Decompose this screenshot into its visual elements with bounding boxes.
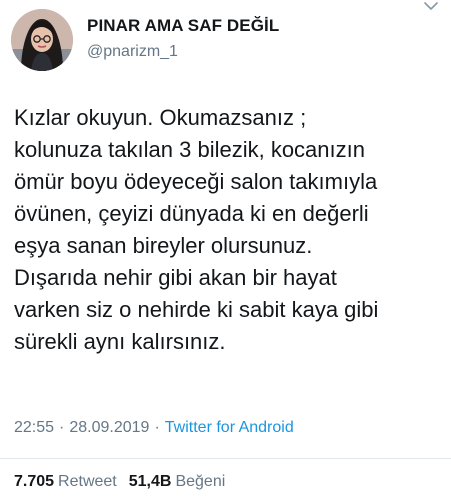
meta-separator: · [154,419,160,436]
tweet-time[interactable]: 22:55 [14,419,54,436]
chevron-down-icon[interactable] [421,0,441,16]
retweet-stat[interactable]: 7.705 Retweet [14,473,117,490]
retweet-count: 7.705 [14,473,55,490]
retweet-label: Retweet [58,473,117,490]
tweet-text-line: eşya sanan bireyler olursunuz. [14,233,313,258]
tweet-text-line: övünen, çeyizi dünyada ki en değerli [14,201,369,226]
tweet-source-link[interactable]: Twitter for Android [165,419,294,436]
tweet-text-line: ömür boyu ödeyeceği salon takımıyla [14,169,378,194]
display-name[interactable]: PINAR AMA SAF DEĞİL [87,16,279,36]
like-stat[interactable]: 51,4B Beğeni [129,473,226,490]
tweet-text: Kızlar okuyun. Okumazsanız ; kolunuza ta… [14,102,444,358]
avatar[interactable] [11,9,73,71]
tweet-date[interactable]: 28.09.2019 [69,419,149,436]
tweet-header: PINAR AMA SAF DEĞİL @pnarizm_1 [8,2,443,72]
tweet-text-line: Dışarıda nehir gibi akan bir hayat [14,265,337,290]
tweet-text-line: sürekli aynı kalırsınız. [14,329,226,354]
divider [0,458,451,459]
like-label: Beğeni [175,473,226,490]
avatar-image [11,9,73,71]
tweet-meta: 22:55 · 28.09.2019 · Twitter for Android [14,419,294,437]
tweet-card: PINAR AMA SAF DEĞİL @pnarizm_1 Kızlar ok… [0,0,451,500]
user-handle[interactable]: @pnarizm_1 [87,43,178,61]
meta-separator: · [59,419,65,436]
like-count: 51,4B [128,473,172,490]
tweet-text-line: varken siz o nehirde ki sabit kaya gibi [14,297,379,322]
tweet-text-line: Kızlar okuyun. Okumazsanız ; [14,105,307,130]
tweet-stats: 7.705 Retweet 51,4B Beğeni [14,473,225,491]
tweet-text-line: kolunuza takılan 3 bilezik, kocanızın [14,137,365,162]
